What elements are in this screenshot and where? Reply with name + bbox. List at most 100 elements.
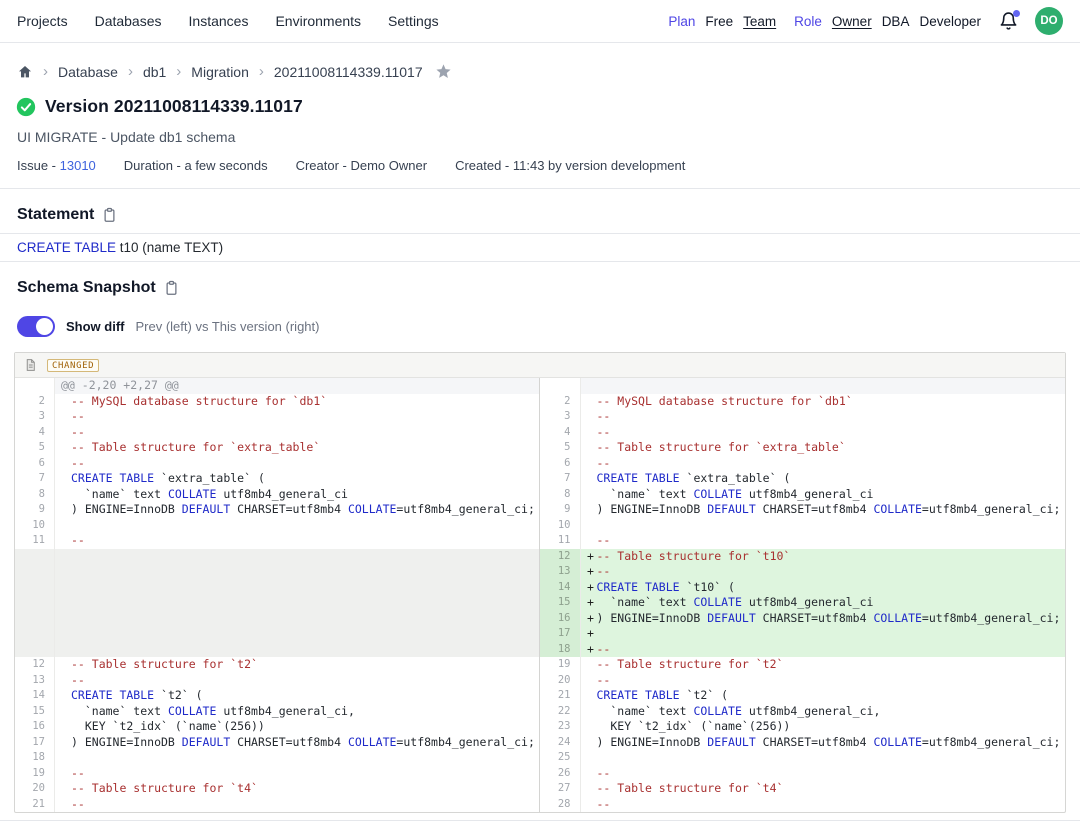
diff-line: -- — [55, 766, 540, 782]
breadcrumb-migration[interactable]: Migration — [191, 64, 249, 80]
nav-item-databases[interactable]: Databases — [95, 13, 162, 29]
diff-line-number: 19 — [15, 766, 55, 782]
diff-line-number: 14 — [540, 580, 581, 596]
nav-item-instances[interactable]: Instances — [189, 13, 249, 29]
statement-section-head: Statement — [0, 189, 1080, 233]
diff-line-number: 17 — [15, 735, 55, 751]
diff-line-number: 4 — [15, 425, 55, 441]
diff-line-number: 13 — [15, 673, 55, 689]
diff-line: -- Table structure for `t4` — [581, 781, 1066, 797]
diff-line-number: 9 — [15, 502, 55, 518]
diff-line — [55, 642, 540, 658]
plan-label: Plan — [668, 14, 695, 29]
home-icon[interactable] — [17, 64, 33, 80]
diff-line: ) ENGINE=InnoDB DEFAULT CHARSET=utf8mb4 … — [55, 502, 540, 518]
nav-right: Plan Free Team Role Owner DBA Developer … — [668, 7, 1063, 35]
copy-snapshot-button[interactable] — [164, 280, 179, 296]
diff-line: -- — [581, 673, 1066, 689]
snapshot-section-head: Schema Snapshot — [0, 262, 1080, 306]
diff-line-number: 2 — [540, 394, 581, 410]
breadcrumb-version[interactable]: 20211008114339.11017 — [274, 64, 423, 80]
bell-icon[interactable] — [999, 11, 1019, 31]
diff-line-number: 11 — [15, 533, 55, 549]
star-icon[interactable] — [435, 63, 452, 80]
diff-line: -- — [55, 409, 540, 425]
diff-line-number: 15 — [540, 595, 581, 611]
statement-sql: CREATE TABLE t10 (name TEXT) — [0, 233, 1080, 262]
diff-line-number: 2 — [15, 394, 55, 410]
role-option-owner[interactable]: Owner — [832, 14, 872, 29]
diff-line-number: 12 — [540, 549, 581, 565]
diff-line: -- MySQL database structure for `db1` — [581, 394, 1066, 410]
diff-line: -- Table structure for `t2` — [581, 657, 1066, 673]
statement-heading: Statement — [17, 206, 94, 224]
role-option-dba[interactable]: DBA — [882, 14, 910, 29]
diff-line: +) ENGINE=InnoDB DEFAULT CHARSET=utf8mb4… — [581, 611, 1066, 627]
diff-line — [55, 549, 540, 565]
breadcrumb-db1[interactable]: db1 — [143, 64, 166, 80]
nav-item-settings[interactable]: Settings — [388, 13, 439, 29]
diff-line: CREATE TABLE `t2` ( — [581, 688, 1066, 704]
diff-line-number: 16 — [15, 719, 55, 735]
main-nav: Projects Databases Instances Environment… — [17, 13, 439, 29]
diff-line: -- — [55, 456, 540, 472]
breadcrumb-database[interactable]: Database — [58, 64, 118, 80]
chevron-separator: › — [128, 63, 133, 80]
diff-line: -- — [581, 425, 1066, 441]
diff-line-number — [15, 564, 55, 580]
diff-line: -- — [55, 425, 540, 441]
diff-line-number: 9 — [540, 502, 581, 518]
meta-item: Created - 11:43 by version development — [455, 158, 685, 173]
plan-option-free[interactable]: Free — [705, 14, 733, 29]
diff-panel: CHANGED @@ -2,20 +2,27 @@2 -- MySQL data… — [14, 352, 1066, 813]
meta-item: Issue - 13010 — [17, 158, 96, 173]
diff-line-number: 8 — [540, 487, 581, 503]
copy-statement-button[interactable] — [102, 207, 117, 223]
diff-line-number: 7 — [15, 471, 55, 487]
issue-link[interactable]: 13010 — [60, 158, 96, 173]
diff-line-number: 6 — [15, 456, 55, 472]
diff-line: -- Table structure for `extra_table` — [55, 440, 540, 456]
diff-line — [581, 518, 1066, 534]
toggle-row: Show diff Prev (left) vs This version (r… — [0, 306, 1080, 352]
avatar[interactable]: DO — [1035, 7, 1063, 35]
check-circle-icon — [16, 97, 36, 117]
role-option-developer[interactable]: Developer — [919, 14, 981, 29]
nav-item-projects[interactable]: Projects — [17, 13, 68, 29]
diff-line-number: 19 — [540, 657, 581, 673]
diff-line-number: 23 — [540, 719, 581, 735]
diff-line-number: 7 — [540, 471, 581, 487]
diff-line: `name` text COLLATE utf8mb4_general_ci — [55, 487, 540, 503]
plan-option-team[interactable]: Team — [743, 14, 776, 29]
show-diff-toggle[interactable] — [17, 316, 55, 337]
notification-dot — [1013, 10, 1020, 17]
page-subtitle: UI MIGRATE - Update db1 schema — [0, 117, 1080, 145]
meta-item: Duration - a few seconds — [124, 158, 268, 173]
diff-line-number: 13 — [540, 564, 581, 580]
diff-line — [55, 518, 540, 534]
diff-line: +-- — [581, 564, 1066, 580]
diff-line-number: 17 — [540, 626, 581, 642]
top-nav: Projects Databases Instances Environment… — [0, 0, 1080, 43]
diff-line — [55, 595, 540, 611]
nav-item-environments[interactable]: Environments — [275, 13, 361, 29]
diff-line: -- Table structure for `t2` — [55, 657, 540, 673]
diff-line-number — [540, 378, 581, 394]
diff-line: `name` text COLLATE utf8mb4_general_ci, — [581, 704, 1066, 720]
diff-line-number: 8 — [15, 487, 55, 503]
diff-line: `name` text COLLATE utf8mb4_general_ci, — [55, 704, 540, 720]
diff-line-number: 6 — [540, 456, 581, 472]
diff-line — [581, 750, 1066, 766]
diff-line-number: 24 — [540, 735, 581, 751]
diff-line: -- — [55, 797, 540, 813]
diff-line-number — [15, 378, 55, 394]
diff-line-number: 14 — [15, 688, 55, 704]
diff-line: CREATE TABLE `extra_table` ( — [581, 471, 1066, 487]
document-icon — [24, 358, 37, 372]
diff-line-number — [15, 626, 55, 642]
diff-line: ) ENGINE=InnoDB DEFAULT CHARSET=utf8mb4 … — [55, 735, 540, 751]
diff-grid[interactable]: @@ -2,20 +2,27 @@2 -- MySQL database str… — [15, 378, 1065, 812]
diff-line-number: 18 — [540, 642, 581, 658]
diff-line: CREATE TABLE `extra_table` ( — [55, 471, 540, 487]
diff-line: -- — [581, 766, 1066, 782]
